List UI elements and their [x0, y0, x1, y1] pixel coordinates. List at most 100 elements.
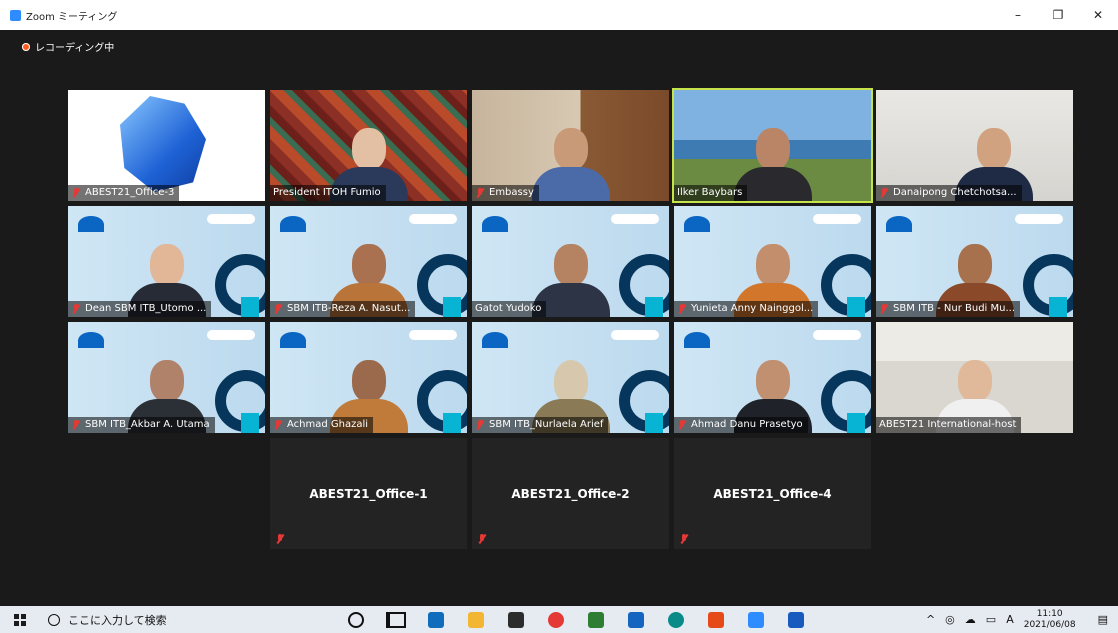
abest21-logo — [886, 216, 912, 232]
search-icon — [48, 613, 60, 626]
muted-mic-icon — [475, 187, 485, 199]
sbm-itb-logo — [611, 330, 659, 340]
recording-indicator[interactable]: レコーディング中 — [22, 39, 114, 54]
video-tile[interactable]: Danaipong Chetchotsa... — [876, 90, 1073, 201]
muted-mic-icon — [273, 419, 283, 431]
abest21-logo — [684, 216, 710, 232]
video-tile-no-video[interactable]: ABEST21_Office-4 — [674, 438, 871, 549]
onedrive-icon[interactable]: ☁ — [965, 613, 976, 626]
sbm-itb-logo — [813, 214, 861, 224]
muted-mic-icon — [71, 303, 81, 315]
video-tile[interactable]: ABEST21_Office-3 — [68, 90, 265, 201]
video-tile[interactable]: Dean SBM ITB_Utomo ... — [68, 206, 265, 317]
video-tile[interactable]: SBM ITB-Reza A. Nasut... — [270, 206, 467, 317]
abest21-logo — [78, 216, 104, 232]
muted-mic-icon — [677, 303, 687, 315]
video-tile-no-video[interactable]: ABEST21_Office-2 — [472, 438, 669, 549]
participant-name: Danaipong Chetchotsa... — [893, 187, 1017, 198]
sbm-itb-logo — [813, 330, 861, 340]
video-tile[interactable]: ABEST21 International-host — [876, 322, 1073, 433]
muted-mic-icon — [273, 303, 283, 315]
muted-mic-icon — [477, 533, 487, 545]
video-tile[interactable]: Embassy — [472, 90, 669, 201]
participant-name: Embassy — [489, 187, 534, 198]
video-tile-no-video[interactable]: ABEST21_Office-1 — [270, 438, 467, 549]
show-hidden-icons-icon[interactable]: ^ — [926, 613, 935, 626]
taskbar-file-explorer[interactable] — [456, 606, 496, 633]
muted-mic-icon — [275, 533, 285, 545]
video-tile[interactable]: SBM ITB - Nur Budi Mu... — [876, 206, 1073, 317]
taskbar-app-green[interactable] — [576, 606, 616, 633]
participant-video — [531, 128, 610, 201]
video-tile[interactable]: SBM ITB_Nurlaela Arief — [472, 322, 669, 433]
cortana-button[interactable] — [336, 606, 376, 633]
restore-button[interactable]: ❐ — [1038, 0, 1078, 30]
taskbar-mail[interactable] — [616, 606, 656, 633]
chrome-icon — [548, 611, 564, 628]
start-button[interactable] — [0, 606, 40, 633]
taskbar-word[interactable] — [776, 606, 816, 633]
mail-icon — [628, 611, 644, 628]
taskbar-chrome[interactable] — [536, 606, 576, 633]
abest21-logo — [280, 216, 306, 232]
store-icon — [508, 611, 524, 628]
edge-icon — [668, 611, 684, 628]
participant-name: ABEST21_Office-3 — [85, 187, 175, 198]
battery-icon[interactable]: ▭ — [986, 613, 996, 626]
muted-mic-icon — [71, 187, 81, 199]
muted-mic-icon — [879, 303, 889, 315]
participant-name: Yunieta Anny Nainggol... — [691, 303, 814, 314]
taskbar-search[interactable]: ここに入力して検索 — [40, 606, 320, 633]
system-tray: ^ ◎ ☁ ▭ A 11:10 2021/06/08 ▤ — [926, 606, 1118, 633]
abest21-logo — [482, 216, 508, 232]
abest21-logo — [684, 332, 710, 348]
video-tile[interactable]: Yunieta Anny Nainggol... — [674, 206, 871, 317]
close-button[interactable]: ✕ — [1078, 0, 1118, 30]
muted-mic-icon — [677, 419, 687, 431]
taskbar-store[interactable] — [496, 606, 536, 633]
video-tile[interactable]: SBM ITB_Akbar A. Utama — [68, 322, 265, 433]
participant-name: SBM ITB_Nurlaela Arief — [489, 419, 604, 430]
participant-name: Ahmad Danu Prasetyo — [691, 419, 803, 430]
task-view-button[interactable] — [376, 606, 416, 633]
taskbar-edge[interactable] — [656, 606, 696, 633]
participant-name: ABEST21_Office-4 — [713, 486, 832, 501]
taskbar-zoom[interactable] — [736, 606, 776, 633]
sbm-itb-logo — [207, 214, 255, 224]
cortana-icon — [348, 611, 364, 628]
participant-name: ABEST21_Office-2 — [511, 486, 630, 501]
windows-taskbar: ここに入力して検索 ^ ◎ ☁ ▭ A 11:10 2021/06/08 ▤ — [0, 606, 1118, 633]
title-bar: Zoom ミーティング – ❐ ✕ — [0, 0, 1118, 30]
minimize-button[interactable]: – — [998, 0, 1038, 30]
clock[interactable]: 11:10 2021/06/08 — [1024, 609, 1086, 631]
participant-name: SBM ITB - Nur Budi Mu... — [893, 303, 1016, 314]
zoom-app-icon — [10, 9, 21, 21]
recording-label: レコーディング中 — [35, 43, 115, 54]
sbm-itb-logo — [409, 330, 457, 340]
participant-name: Gatot Yudoko — [475, 303, 542, 314]
participant-name: SBM ITB-Reza A. Nasut... — [287, 303, 411, 314]
participant-name: ABEST21 International-host — [879, 419, 1017, 430]
muted-mic-icon — [679, 533, 689, 545]
video-tile[interactable]: Achmad Ghazali — [270, 322, 467, 433]
taskbar-office[interactable] — [696, 606, 736, 633]
search-placeholder: ここに入力して検索 — [68, 613, 167, 627]
video-tile-active-speaker[interactable]: Ilker Baybars — [672, 88, 873, 203]
muted-mic-icon — [879, 187, 889, 199]
participant-name: President ITOH Fumio — [273, 187, 381, 198]
clock-date: 2021/06/08 — [1023, 619, 1076, 630]
word-icon — [788, 611, 804, 628]
video-tile[interactable]: President ITOH Fumio — [270, 90, 467, 201]
meet-now-icon[interactable]: ◎ — [945, 613, 955, 626]
participant-name: Achmad Ghazali — [287, 419, 369, 430]
ime-indicator[interactable]: A — [1006, 613, 1014, 626]
video-tile[interactable]: Ahmad Danu Prasetyo — [674, 322, 871, 433]
recording-icon — [22, 42, 30, 51]
outlook-icon — [428, 611, 444, 628]
abest21-logo — [280, 332, 306, 348]
taskbar-outlook[interactable] — [416, 606, 456, 633]
abest21-logo — [482, 332, 508, 348]
sbm-itb-logo — [1015, 214, 1063, 224]
video-tile[interactable]: Gatot Yudoko — [472, 206, 669, 317]
notification-icon[interactable]: ▤ — [1098, 613, 1108, 626]
